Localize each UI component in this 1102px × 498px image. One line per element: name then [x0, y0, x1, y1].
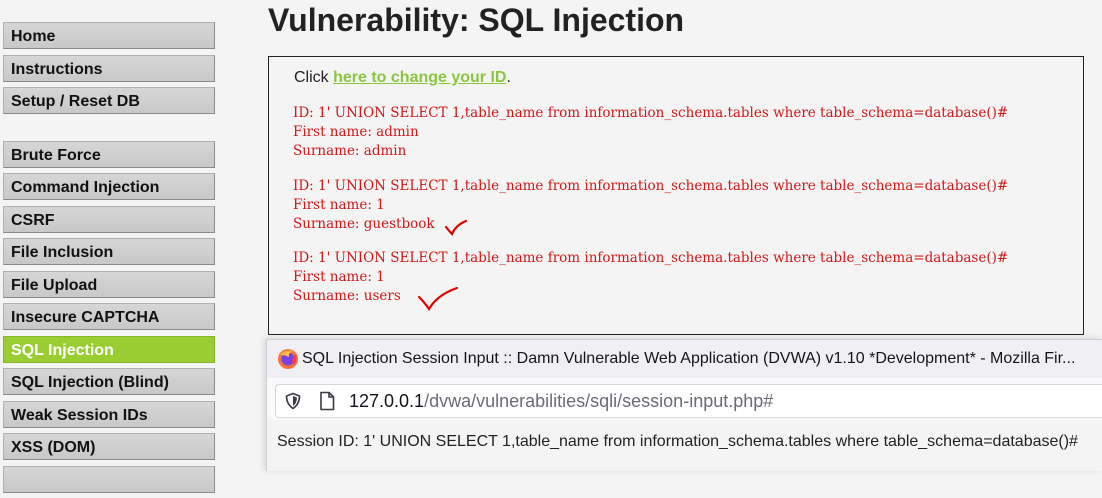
- result-surname: Surname: guestbook: [293, 216, 435, 232]
- red-checkmark-icon: [444, 219, 468, 236]
- sidebar-item-sql-injection-blind[interactable]: SQL Injection (Blind): [3, 368, 215, 395]
- firefox-icon: [278, 349, 298, 369]
- result-block: ID: 1' UNION SELECT 1,table_name from in…: [293, 177, 1008, 234]
- change-id-link[interactable]: here to change your ID: [333, 69, 506, 86]
- sidebar-item-insecure-captcha[interactable]: Insecure CAPTCHA: [3, 303, 215, 330]
- result-first-name: First name: admin: [293, 124, 419, 140]
- popup-window-title: SQL Injection Session Input :: Damn Vuln…: [302, 350, 1076, 367]
- page-title: Vulnerability: SQL Injection: [268, 2, 685, 38]
- session-id-text: Session ID: 1' UNION SELECT 1,table_name…: [277, 433, 1078, 450]
- results-box: Click here to change your ID. ID: 1' UNI…: [268, 56, 1084, 335]
- result-block: ID: 1' UNION SELECT 1,table_name from in…: [293, 249, 1008, 306]
- sidebar-item-weak-session-ids[interactable]: Weak Session IDs: [3, 400, 215, 428]
- sidebar-item-csrf[interactable]: CSRF: [3, 205, 215, 233]
- url-text[interactable]: 127.0.0.1/dvwa/vulnerabilities/sqli/sess…: [349, 391, 773, 412]
- click-suffix: .: [506, 69, 511, 86]
- result-surname: Surname: users: [293, 288, 401, 304]
- sidebar-item-xss-dom[interactable]: XSS (DOM): [3, 433, 215, 460]
- sidebar-item-file-upload[interactable]: File Upload: [3, 270, 215, 298]
- click-prefix: Click: [294, 69, 334, 86]
- result-surname: Surname: admin: [293, 143, 407, 159]
- popup-content: Session ID: 1' UNION SELECT 1,table_name…: [267, 420, 1102, 471]
- red-checkmark-icon: [417, 286, 459, 312]
- sidebar-item-home[interactable]: Home: [3, 22, 215, 49]
- result-id-line: ID: 1' UNION SELECT 1,table_name from in…: [293, 250, 1009, 266]
- shield-icon[interactable]: [284, 392, 302, 410]
- page-icon[interactable]: [318, 391, 336, 411]
- popup-titlebar[interactable]: SQL Injection Session Input :: Damn Vuln…: [267, 340, 1102, 378]
- sidebar-menu: Home Instructions Setup / Reset DB Brute…: [3, 0, 215, 498]
- result-id-line: ID: 1' UNION SELECT 1,table_name from in…: [293, 178, 1009, 194]
- sidebar-item-instructions[interactable]: Instructions: [3, 54, 215, 82]
- sidebar-item-setup-reset-db[interactable]: Setup / Reset DB: [3, 87, 215, 114]
- result-block: ID: 1' UNION SELECT 1,table_name from in…: [293, 104, 1008, 161]
- result-first-name: First name: 1: [293, 197, 385, 213]
- url-bar[interactable]: 127.0.0.1/dvwa/vulnerabilities/sqli/sess…: [275, 384, 1102, 418]
- url-host: 127.0.0.1: [349, 391, 425, 411]
- sidebar-item-brute-force[interactable]: Brute Force: [3, 140, 215, 168]
- url-path: /dvwa/vulnerabilities/sqli/session-input…: [424, 391, 774, 411]
- result-first-name: First name: 1: [293, 269, 385, 285]
- change-id-line: Click here to change your ID.: [294, 69, 511, 87]
- sidebar-item-command-injection[interactable]: Command Injection: [3, 173, 215, 200]
- sidebar-item-file-inclusion[interactable]: File Inclusion: [3, 238, 215, 265]
- session-input-popup: SQL Injection Session Input :: Damn Vuln…: [266, 339, 1102, 471]
- result-id-line: ID: 1' UNION SELECT 1,table_name from in…: [293, 105, 1009, 121]
- sidebar-item-sql-injection[interactable]: SQL Injection: [3, 335, 215, 363]
